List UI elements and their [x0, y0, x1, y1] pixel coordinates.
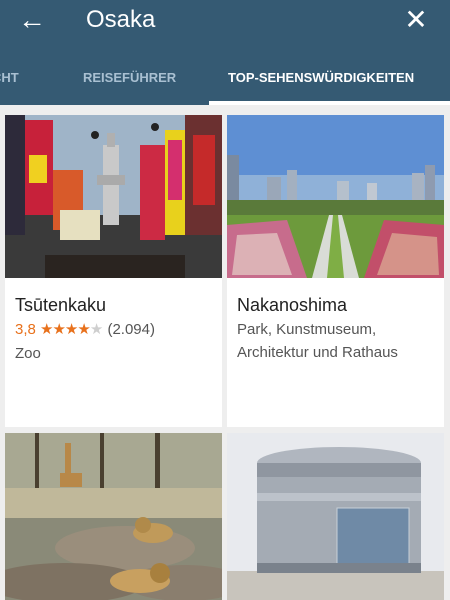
place-name: Nakanoshima [237, 295, 348, 315]
tab-cht[interactable]: CHT [0, 60, 19, 105]
place-rating: 3,8 ★★★★★ (2.094) [15, 320, 155, 338]
tsutenkaku-photo [5, 115, 222, 278]
place-card-museum[interactable] [227, 433, 444, 600]
place-name: Tsūtenkaku [15, 295, 107, 315]
place-card-nakanoshima[interactable]: Nakanoshima Park, Kunstmuseum, Architekt… [227, 115, 444, 427]
place-card-tsutenkaku[interactable]: Tsūtenkaku 3,8 ★★★★★ (2.094) Zoo [5, 115, 222, 427]
museum-photo [227, 433, 444, 600]
close-icon[interactable]: ✕ [400, 4, 432, 36]
app-bar: ← Osaka ✕ CHT REISEFÜHRER TOP-SEHENSWÜRD… [0, 0, 450, 105]
tab-bar: CHT REISEFÜHRER TOP-SEHENSWÜRDIGKEITEN [0, 60, 450, 105]
place-description-line1: Park, Kunstmuseum, [237, 321, 377, 338]
rating-stars: ★★★★ [40, 321, 91, 338]
page-title: Osaka [86, 6, 156, 33]
place-category: Zoo [15, 345, 41, 362]
arrow-left-icon[interactable]: ← [18, 4, 50, 36]
rating-star-empty: ★ [89, 321, 104, 338]
active-tab-indicator [209, 101, 450, 105]
rating-value: 3,8 [15, 321, 36, 338]
place-card-zoo[interactable] [5, 433, 222, 600]
nakanoshima-photo [227, 115, 444, 278]
review-count: (2.094) [107, 321, 155, 338]
zoo-photo [5, 433, 222, 600]
tab-top-sehenswuerdigkeiten[interactable]: TOP-SEHENSWÜRDIGKEITEN [228, 60, 414, 105]
tab-reisefuehrer[interactable]: REISEFÜHRER [83, 60, 176, 105]
place-description-line2: Architektur und Rathaus [237, 344, 398, 361]
